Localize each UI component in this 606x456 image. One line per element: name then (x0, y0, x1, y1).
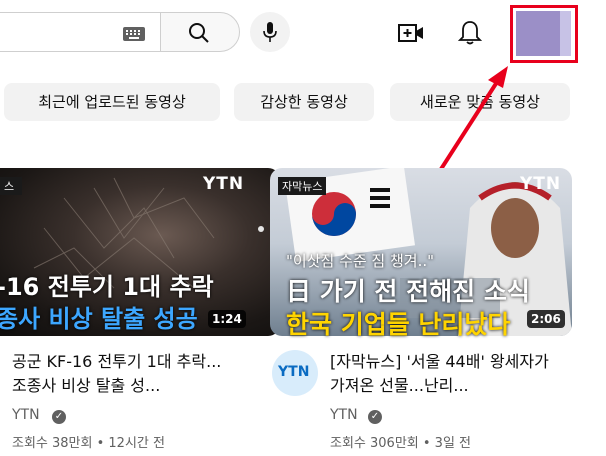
video-duration: 1:24 (208, 310, 246, 328)
chip-new-to-you[interactable]: 새로운 맞춤 동영상 (390, 83, 570, 121)
thumbnail-headline: -16 전투기 1대 추락 (0, 273, 214, 301)
divider-dot (258, 226, 264, 232)
mic-icon (263, 22, 277, 42)
video-title[interactable]: [자막뉴스] '서울 44배' 왕세자가 가져온 선물...난리... (330, 350, 555, 398)
ytn-logo: YTN (203, 174, 245, 194)
video-stats: 조회수 38만회 • 12시간 전 (12, 436, 165, 451)
thumbnail-headline: 日 가기 전 전해진 소식 (286, 277, 530, 306)
verified-icon: ✓ (52, 410, 66, 424)
thumbnail-quote: "이삿짐 수준 짐 챙겨.." (286, 252, 435, 270)
bell-icon[interactable] (457, 20, 483, 50)
voice-search-button[interactable] (250, 12, 290, 52)
channel-avatar[interactable]: YTN (272, 350, 318, 396)
search-button[interactable] (160, 12, 240, 52)
video-duration: 2:06 (527, 310, 565, 328)
ytn-logo: YTN (520, 174, 562, 194)
avatar-edge (560, 11, 571, 56)
subtitle-news-badge: 자막뉴스 (278, 177, 327, 195)
channel-name[interactable]: YTN (12, 407, 40, 423)
chip-watched[interactable]: 감상한 동영상 (234, 83, 374, 121)
channel-name[interactable]: YTN (330, 407, 358, 423)
thumbnail-subheadline: 한국 기업들 난리났다 (286, 310, 511, 339)
video-title[interactable]: 공군 KF-16 전투기 1대 추락...조종사 비상 탈출 성... (12, 350, 230, 398)
video-stats: 조회수 306만회 • 3일 전 (330, 436, 472, 451)
thumbnail-subheadline: 종사 비상 탈출 성공 (0, 305, 198, 333)
keyboard-icon[interactable] (122, 26, 146, 42)
channel-avatar-text: YTN (278, 364, 310, 380)
video-create-icon[interactable] (398, 22, 424, 48)
search-icon (189, 23, 209, 43)
chip-recently-uploaded[interactable]: 최근에 업로드된 동영상 (4, 83, 220, 121)
verified-icon: ✓ (368, 410, 382, 424)
news-badge: 스 (0, 177, 22, 195)
